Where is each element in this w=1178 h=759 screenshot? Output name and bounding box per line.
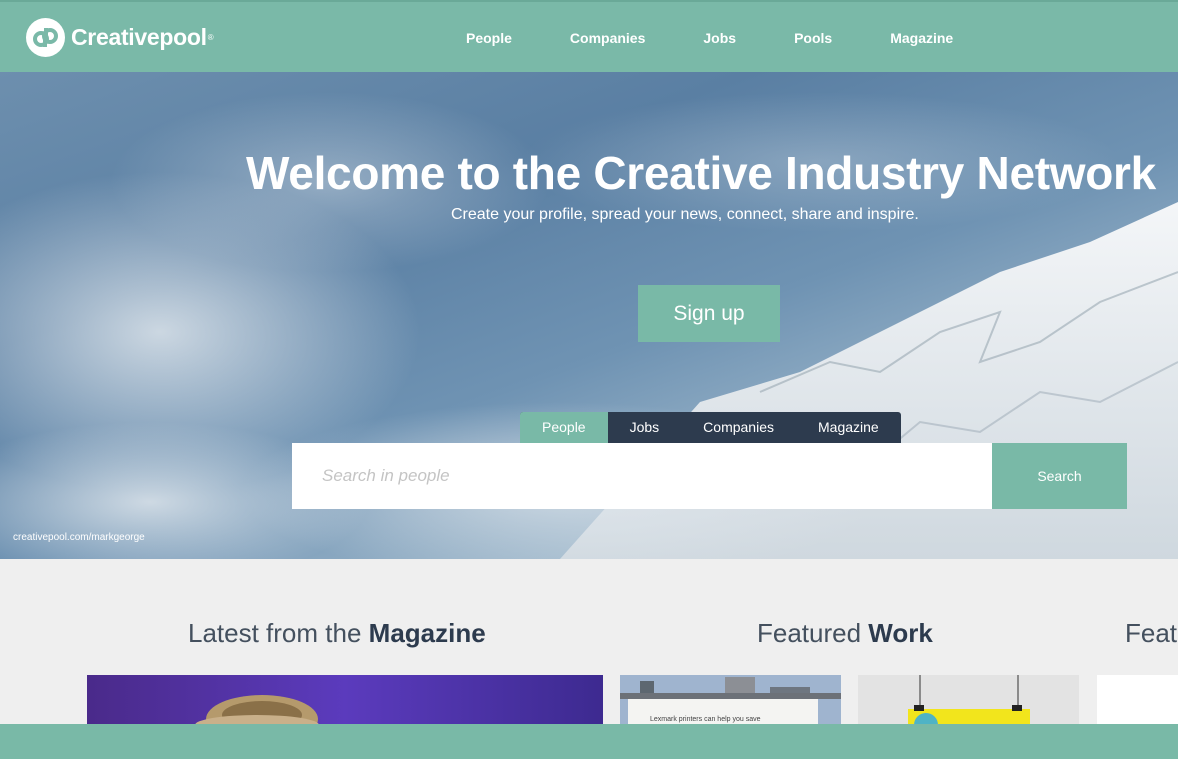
billboard-text: Lexmark printers can help you save: [650, 716, 761, 723]
hero-banner: Welcome to the Creative Industry Network…: [0, 72, 1178, 559]
nav-pools-link[interactable]: Pools: [794, 30, 832, 46]
creativepool-logo-icon: [26, 18, 65, 57]
search-input[interactable]: [292, 443, 992, 509]
hero-title: Welcome to the Creative Industry Network: [246, 147, 1156, 199]
search-button[interactable]: Search: [992, 443, 1127, 509]
magazine-title-prefix: Latest from the: [188, 618, 369, 648]
featured-work-section-title: Featured Work: [757, 618, 933, 649]
third-title-prefix: Feat: [1125, 618, 1178, 648]
photo-credit[interactable]: creativepool.com/markgeorge: [13, 532, 145, 543]
magazine-section-title: Latest from the Magazine: [188, 618, 486, 649]
search-box: [292, 443, 992, 509]
search-tab-people[interactable]: People: [520, 412, 608, 443]
brand-name: Creativepool: [71, 24, 207, 50]
magazine-article-card[interactable]: [87, 675, 603, 725]
top-navigation-bar: Creativepool ® People Companies Jobs Poo…: [0, 0, 1178, 72]
magazine-article-image: [195, 695, 319, 725]
third-section-title: Feat: [1125, 618, 1177, 649]
search-tab-jobs[interactable]: Jobs: [608, 412, 682, 443]
hero-subtitle: Create your profile, spread your news, c…: [451, 206, 919, 223]
featured-work-card-2[interactable]: [858, 675, 1079, 725]
nav-magazine-link[interactable]: Magazine: [890, 30, 953, 46]
bottom-bar: [0, 724, 1178, 759]
nav-people-link[interactable]: People: [466, 30, 512, 46]
search-tab-magazine[interactable]: Magazine: [796, 412, 901, 443]
featured-work-card-1[interactable]: Lexmark printers can help you save: [620, 675, 841, 725]
poster-image: [908, 675, 1030, 725]
main-nav: People Companies Jobs Pools Magazine: [466, 30, 1011, 46]
creativepool-logo[interactable]: Creativepool ®: [26, 18, 214, 57]
sign-up-button[interactable]: Sign up: [638, 285, 780, 342]
nav-companies-link[interactable]: Companies: [570, 30, 645, 46]
work-title-prefix: Featured: [757, 618, 869, 648]
nav-jobs-link[interactable]: Jobs: [703, 30, 736, 46]
work-title-strong: Work: [868, 618, 933, 648]
featured-card-3[interactable]: [1097, 675, 1178, 725]
brand-registered-mark: ®: [207, 33, 214, 42]
magazine-title-strong: Magazine: [368, 618, 486, 648]
search-tabs: People Jobs Companies Magazine: [520, 412, 901, 443]
search-tab-companies[interactable]: Companies: [681, 412, 796, 443]
